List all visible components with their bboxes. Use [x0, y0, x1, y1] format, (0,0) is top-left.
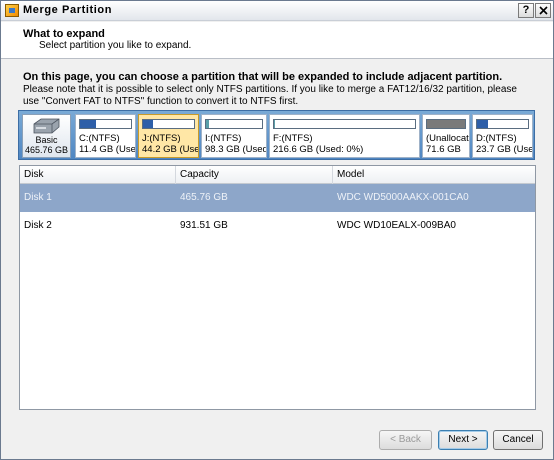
partition-label: I:(NTFS) [205, 133, 242, 144]
help-button[interactable]: ? [518, 3, 534, 18]
table-row[interactable]: Disk 2 931.51 GB WDC WD10EALX-009BA0 [20, 212, 535, 240]
cell-model: WDC WD5000AAKX-001CA0 [337, 192, 469, 203]
cell-model: WDC WD10EALX-009BA0 [337, 220, 456, 231]
disk-table: Disk Capacity Model Disk 1 465.76 GB WDC… [19, 165, 536, 410]
partition-unallocated[interactable]: (Unallocate 71.6 GB [422, 114, 470, 158]
usage-fill [143, 120, 154, 128]
close-icon [538, 6, 548, 15]
column-header-model[interactable]: Model [333, 166, 535, 184]
column-header-capacity[interactable]: Capacity [176, 166, 333, 184]
cell-disk: Disk 2 [24, 220, 52, 231]
partition-i[interactable]: I:(NTFS) 98.3 GB (Used: [201, 114, 267, 158]
partition-label: J:(NTFS) [142, 133, 181, 144]
usage-fill [274, 120, 276, 128]
usage-bar [426, 119, 466, 129]
disk-type: Basic [35, 135, 58, 145]
disk-map: Basic 465.76 GB C:(NTFS) 11.4 GB (Usec J… [18, 110, 535, 160]
window-title: Merge Partition [23, 4, 113, 16]
partition-info: 98.3 GB (Used: [205, 144, 267, 155]
usage-fill [206, 120, 210, 128]
partition-info: 11.4 GB (Usec [79, 144, 136, 155]
back-button[interactable]: < Back [379, 430, 432, 450]
header-subtitle: Select partition you like to expand. [39, 40, 192, 51]
close-button[interactable] [535, 3, 551, 18]
usage-fill [427, 120, 465, 128]
description-text: Please note that it is possible to selec… [23, 84, 517, 107]
app-icon [5, 4, 19, 17]
page-description: On this page, you can choose a partition… [23, 71, 533, 108]
partition-f[interactable]: F:(NTFS) 216.6 GB (Used: 0%) [269, 114, 420, 158]
partition-label: F:(NTFS) [273, 133, 313, 144]
partition-label: D:(NTFS) [476, 133, 517, 144]
column-header-disk[interactable]: Disk [20, 166, 176, 184]
partition-d[interactable]: D:(NTFS) 23.7 GB (Usec [472, 114, 533, 158]
partition-label: C:(NTFS) [79, 133, 120, 144]
usage-bar [205, 119, 263, 129]
disk-tile[interactable]: Basic 465.76 GB [22, 114, 71, 158]
table-row[interactable]: Disk 1 465.76 GB WDC WD5000AAKX-001CA0 [20, 184, 535, 212]
partition-info: 23.7 GB (Usec [476, 144, 533, 155]
partition-info: 216.6 GB (Used: 0%) [273, 144, 364, 155]
description-bold: On this page, you can choose a partition… [23, 71, 503, 83]
partition-j[interactable]: J:(NTFS) 44.2 GB (Usec [138, 114, 199, 158]
table-header: Disk Capacity Model [20, 166, 535, 184]
next-button[interactable]: Next > [438, 430, 488, 450]
back-label: Back [398, 434, 421, 445]
cell-capacity: 465.76 GB [180, 192, 228, 203]
cell-capacity: 931.51 GB [180, 220, 228, 231]
cancel-button[interactable]: Cancel [493, 430, 543, 450]
next-label: Next [448, 434, 469, 445]
usage-bar [273, 119, 416, 129]
hard-disk-icon [33, 118, 60, 134]
usage-fill [80, 120, 97, 128]
partition-label: (Unallocate [426, 133, 470, 144]
usage-bar [142, 119, 195, 129]
disk-size: 465.76 GB [24, 145, 69, 155]
partition-info: 71.6 GB [426, 144, 461, 155]
partition-info: 44.2 GB (Usec [142, 144, 199, 155]
usage-bar [476, 119, 529, 129]
partition-c[interactable]: C:(NTFS) 11.4 GB (Usec [75, 114, 136, 158]
cell-disk: Disk 1 [24, 192, 52, 203]
title-bar[interactable]: Merge Partition ? [1, 1, 553, 21]
usage-fill [477, 120, 489, 128]
usage-bar [79, 119, 132, 129]
header-title: What to expand [23, 28, 105, 40]
merge-partition-window: Merge Partition ? What to expand Select … [0, 0, 554, 460]
wizard-header: What to expand Select partition you like… [1, 22, 553, 59]
